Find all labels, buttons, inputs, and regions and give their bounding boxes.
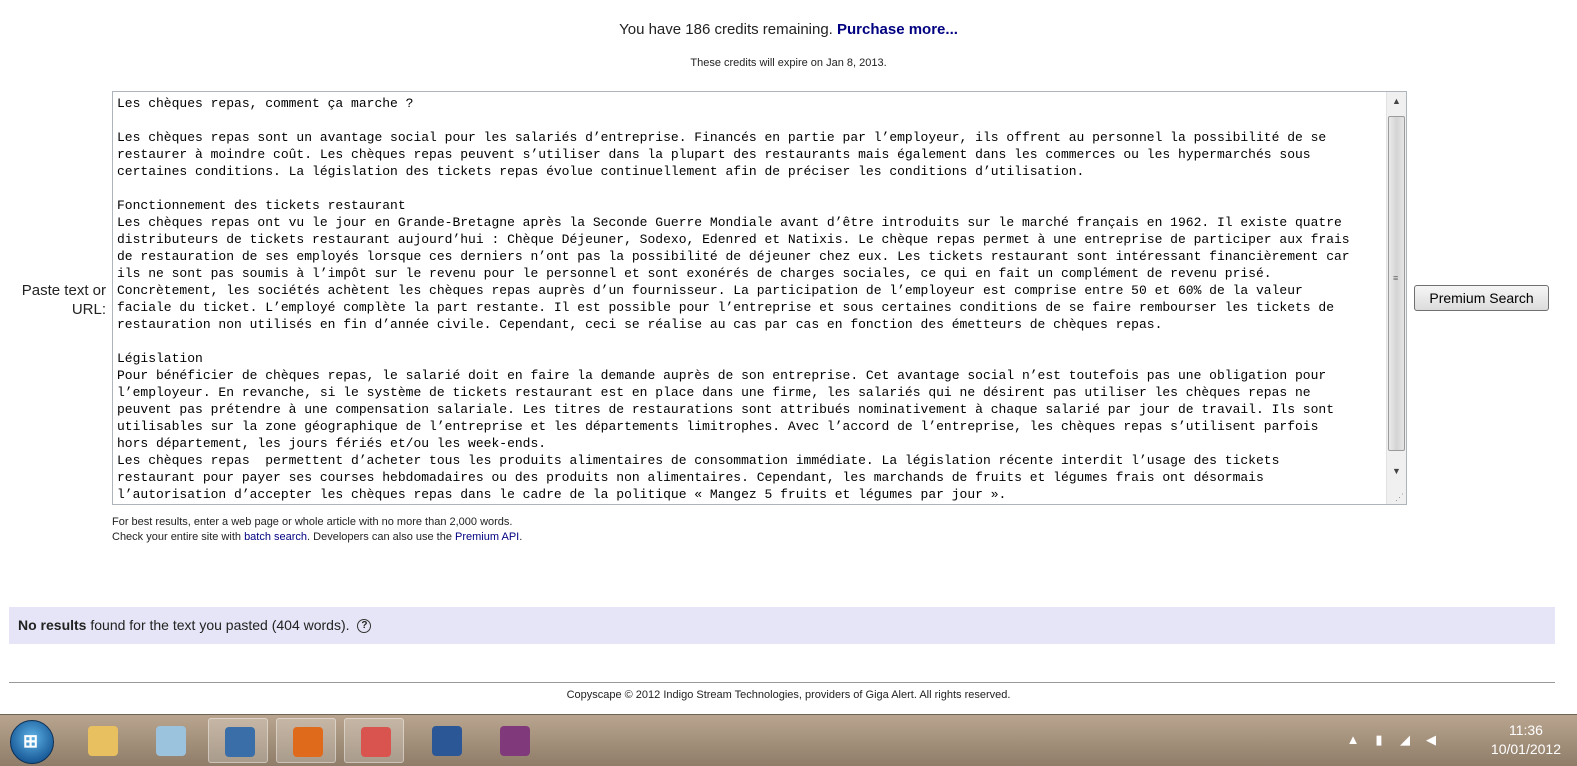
- search-textarea[interactable]: Les chèques repas, comment ça marche ? L…: [112, 91, 1407, 505]
- taskbar-app-notepad[interactable]: [140, 718, 200, 763]
- help-icon[interactable]: ?: [357, 619, 372, 634]
- credits-text: You have 186 credits remaining.: [619, 21, 833, 38]
- taskbar-app-windows-explorer[interactable]: [72, 718, 132, 763]
- grip-icon: ≡: [1393, 273, 1399, 283]
- search-hints: For best results, enter a web page or wh…: [112, 515, 522, 545]
- premium-api-link[interactable]: Premium API: [455, 531, 519, 543]
- scroll-down-arrow-icon[interactable]: ▼: [1387, 462, 1406, 480]
- network-icon[interactable]: ◢: [1397, 732, 1413, 748]
- taskbar-app-word[interactable]: [416, 718, 476, 763]
- taskbar-app-onenote[interactable]: [484, 718, 544, 763]
- power-icon[interactable]: ▮: [1371, 732, 1387, 748]
- notepad-icon: [156, 726, 186, 756]
- word-icon: [432, 726, 462, 756]
- firefox-icon: [293, 727, 323, 757]
- results-detail: found for the text you pasted (404 words…: [90, 617, 350, 633]
- windows-taskbar: ⊞ ▲ ▮ ◢ ◀ 11:36 10/01/2012: [0, 714, 1577, 766]
- textarea-scrollbar[interactable]: ▲ ≡ ▼: [1386, 92, 1406, 504]
- pasted-text[interactable]: Les chèques repas, comment ça marche ? L…: [117, 95, 1385, 503]
- show-hidden-icons-icon[interactable]: ▲: [1345, 732, 1361, 748]
- taskbar-app-thunderbird[interactable]: [208, 718, 268, 763]
- batch-search-link[interactable]: batch search: [244, 531, 307, 543]
- no-results-label: No results: [18, 617, 87, 633]
- start-button[interactable]: ⊞: [10, 720, 54, 764]
- taskbar-clock[interactable]: 11:36 10/01/2012: [1491, 721, 1561, 759]
- clock-date: 10/01/2012: [1490, 741, 1561, 757]
- onenote-icon: [500, 726, 530, 756]
- volume-icon[interactable]: ◀: [1423, 732, 1439, 748]
- premium-search-button[interactable]: Premium Search: [1414, 285, 1549, 311]
- snipping-tool-icon: [361, 727, 391, 757]
- results-bar: No results found for the text you pasted…: [9, 607, 1555, 644]
- taskbar-app-snipping-tool[interactable]: [344, 718, 404, 763]
- taskbar-app-firefox[interactable]: [276, 718, 336, 763]
- footer-divider: [9, 682, 1555, 683]
- windows-logo-icon: ⊞: [23, 731, 39, 751]
- thunderbird-icon: [225, 727, 255, 757]
- windows-explorer-icon: [88, 726, 118, 756]
- clock-time: 11:36: [1508, 722, 1543, 738]
- hint-line-1: For best results, enter a web page or wh…: [112, 516, 513, 528]
- purchase-more-link[interactable]: Purchase more...: [837, 21, 958, 38]
- resize-handle-icon[interactable]: ⋰: [1395, 492, 1404, 503]
- credits-expiry: These credits will expire on Jan 8, 2013…: [690, 57, 887, 69]
- system-tray: ▲ ▮ ◢ ◀ 11:36 10/01/2012: [1337, 715, 1577, 766]
- scrollbar-thumb[interactable]: ≡: [1388, 116, 1405, 451]
- credits-line: You have 186 credits remaining. Purchase…: [0, 21, 1577, 38]
- hint-line-2: Check your entire site with batch search…: [112, 531, 523, 543]
- footer-copyright: Copyscape © 2012 Indigo Stream Technolog…: [566, 689, 1011, 701]
- paste-text-label: Paste text or URL:: [21, 282, 106, 318]
- scroll-up-arrow-icon[interactable]: ▲: [1387, 92, 1406, 110]
